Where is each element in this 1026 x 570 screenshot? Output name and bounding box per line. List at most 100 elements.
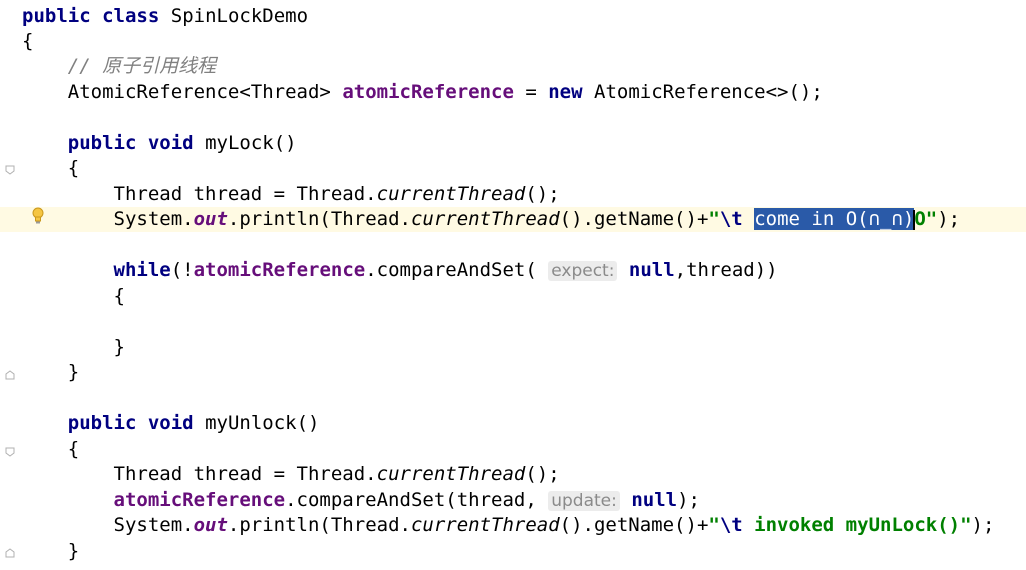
code-line[interactable]: {: [22, 156, 79, 181]
code-token: myUnlock(): [193, 412, 320, 434]
code-token: ().getName()+: [559, 514, 709, 536]
code-line[interactable]: while(!atomicReference.compareAndSet( ex…: [22, 258, 778, 283]
code-token: }: [67, 540, 80, 562]
fold-marker-icon[interactable]: [5, 370, 15, 380]
code-token: ();: [525, 183, 560, 205]
code-line[interactable]: }: [22, 360, 79, 385]
code-token: =: [513, 81, 549, 103]
keyword-token: public: [67, 132, 137, 154]
static-call-token: currentThread: [376, 183, 526, 205]
code-token: .println(Thread.: [227, 208, 411, 230]
editor-gutter: [0, 0, 22, 570]
code-token: Thread thread = Thread.: [113, 183, 377, 205]
keyword-token: public: [67, 412, 137, 434]
code-line[interactable]: {: [22, 437, 79, 462]
code-token: ();: [525, 463, 560, 485]
parameter-hint: update:: [548, 491, 620, 511]
code-line[interactable]: System.out.println(Thread.currentThread(…: [22, 513, 995, 538]
code-line[interactable]: public class SpinLockDemo: [22, 4, 308, 29]
code-line[interactable]: Thread thread = Thread.currentThread();: [22, 462, 560, 487]
string-token: O": [914, 208, 938, 230]
parameter-hint: expect:: [548, 261, 618, 281]
field-token: ference: [285, 259, 366, 281]
code-token: }: [113, 336, 125, 358]
code-token: {: [67, 157, 80, 179]
escape-token: \t: [719, 514, 743, 536]
keyword-token: class: [102, 5, 160, 27]
fold-marker-icon[interactable]: [5, 447, 15, 457]
field-token: atomicRe: [193, 259, 286, 281]
keyword-token: void: [147, 412, 194, 434]
static-field-token: out: [193, 208, 228, 230]
static-call-token: currentThread: [410, 514, 560, 536]
code-token: Thread thread = Thread.: [113, 463, 377, 485]
code-token: ,thread)): [674, 259, 778, 281]
escape-token: \t: [719, 208, 743, 230]
code-token: System.: [113, 514, 194, 536]
field-token: atomicReference: [342, 81, 514, 103]
code-line[interactable]: {: [22, 284, 125, 309]
code-token: SpinLockDemo: [170, 5, 309, 27]
code-line[interactable]: System.out.println(Thread.currentThread(…: [22, 207, 960, 232]
fold-marker-icon[interactable]: [5, 165, 15, 175]
keyword-token: void: [147, 132, 194, 154]
code-token: {: [113, 285, 125, 307]
comment-token: // 原子引用线程: [67, 55, 217, 77]
code-token: AtomicReference<Thread>: [67, 81, 343, 103]
code-line[interactable]: }: [22, 335, 125, 360]
keyword-token: while: [113, 259, 171, 281]
static-call-token: currentThread: [410, 208, 560, 230]
keyword-token: new: [548, 81, 583, 103]
code-token: System.: [113, 208, 194, 230]
keyword-token: public: [22, 5, 91, 27]
code-line[interactable]: public void myLock(): [22, 131, 297, 156]
string-token: [743, 208, 754, 230]
code-line[interactable]: atomicReference.compareAndSet(thread, up…: [22, 488, 700, 513]
fold-marker-icon[interactable]: [5, 548, 15, 558]
field-token: atomicReference: [113, 489, 286, 511]
code-line[interactable]: AtomicReference<Thread> atomicReference …: [22, 80, 823, 105]
selected-text: come in O(∩_∩): [754, 208, 915, 230]
code-token: );: [677, 489, 700, 511]
code-token: );: [937, 208, 961, 230]
code-token: .println(Thread.: [227, 514, 411, 536]
string-token: invoked myUnLock()": [742, 514, 972, 536]
code-token: AtomicReference<>();: [582, 81, 823, 103]
keyword-token: null: [631, 489, 678, 511]
keyword-token: null: [628, 259, 675, 281]
code-token: .compareAndSet(thread,: [285, 489, 549, 511]
code-token: {: [67, 438, 80, 460]
static-call-token: currentThread: [376, 463, 526, 485]
code-line[interactable]: public void myUnlock(): [22, 411, 320, 436]
code-line[interactable]: Thread thread = Thread.currentThread();: [22, 182, 560, 207]
code-line[interactable]: }: [22, 539, 79, 564]
code-token: .compareAndSet(: [365, 259, 549, 281]
code-line[interactable]: {: [22, 29, 33, 54]
code-token: }: [67, 361, 80, 383]
code-token: ().getName()+: [559, 208, 709, 230]
static-field-token: out: [193, 514, 228, 536]
lightbulb-icon[interactable]: [31, 207, 45, 225]
code-line[interactable]: // 原子引用线程: [22, 54, 216, 79]
string-token: ": [708, 514, 720, 536]
code-token: (!: [170, 259, 194, 281]
